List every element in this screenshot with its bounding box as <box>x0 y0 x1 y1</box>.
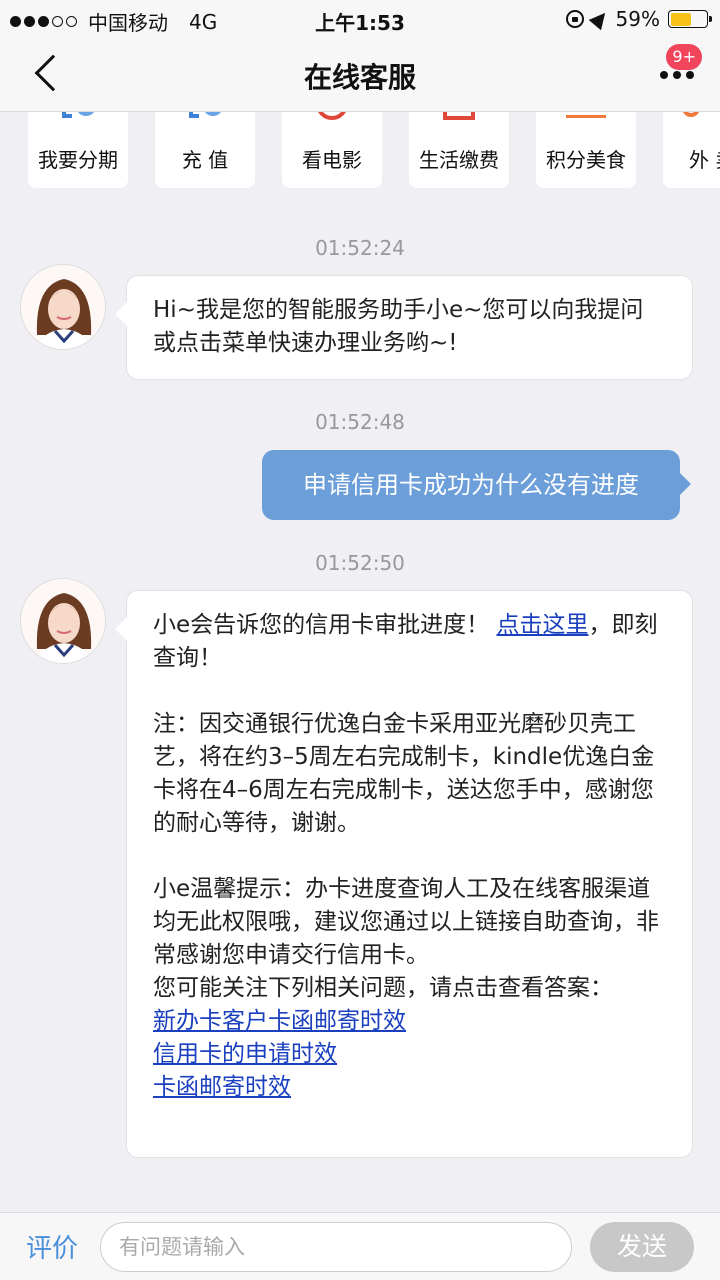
food-icon <box>566 115 606 118</box>
installment-icon <box>62 112 94 118</box>
quick-menu-label: 外 卖 <box>689 148 720 172</box>
agent-avatar <box>20 264 106 350</box>
message-text: 申请信用卡成功为什么没有进度 <box>303 471 639 499</box>
notification-badge: 9+ <box>666 44 702 70</box>
movie-icon <box>318 112 346 120</box>
agent-avatar-image <box>21 265 105 349</box>
related-question-link[interactable]: 新办卡客户卡函邮寄时效 <box>153 1008 406 1034</box>
message-timestamp: 01:52:24 <box>315 236 405 260</box>
agent-message-bubble: Hi~我是您的智能服务助手小e~您可以向我提问或点击菜单快速办理业务哟~! <box>115 275 693 380</box>
user-message-bubble: 申请信用卡成功为什么没有进度 <box>262 450 691 520</box>
quick-menu-food[interactable]: 积分美食 <box>536 112 636 188</box>
agent-message-bubble: 小e会告诉您的信用卡审批进度！ 点击这里，即刻查询！ 注：因交通银行优逸白金卡采… <box>115 590 693 1158</box>
message-intro: 小e会告诉您的信用卡审批进度！ 点击这里，即刻查询！ <box>153 609 666 675</box>
message-text: Hi~我是您的智能服务助手小e~您可以向我提问或点击菜单快速办理业务哟~! <box>153 297 644 356</box>
agent-avatar-image <box>21 579 105 663</box>
quick-menu-label: 看电影 <box>302 148 362 172</box>
rate-button[interactable]: 评价 <box>26 1228 78 1265</box>
nav-bar: 在线客服 9+ <box>0 38 720 112</box>
quick-menu-label: 我要分期 <box>38 148 118 172</box>
battery-fill <box>670 12 692 26</box>
recharge-icon <box>189 112 221 118</box>
quick-menu-label: 积分美食 <box>546 148 626 172</box>
quick-menu-label: 充 值 <box>181 148 229 172</box>
quick-menu-bill[interactable]: 生活缴费 <box>409 112 509 188</box>
message-timestamp: 01:52:48 <box>315 410 405 434</box>
rotation-lock-icon <box>565 10 584 28</box>
message-text: 小e会告诉您的信用卡审批进度！ <box>153 612 497 638</box>
bill-icon <box>443 112 475 120</box>
check-progress-link[interactable]: 点击这里 <box>496 612 588 638</box>
takeout-icon <box>682 112 700 117</box>
more-icon[interactable] <box>660 71 694 79</box>
battery-percent: 59% <box>615 7 660 31</box>
status-bar: 中国移动 4G 上午1:53 59% <box>0 0 720 38</box>
related-question-link[interactable]: 信用卡的申请时效 <box>153 1041 337 1067</box>
message-timestamp: 01:52:50 <box>315 551 405 575</box>
send-button[interactable]: 发送 <box>590 1222 694 1272</box>
location-icon <box>588 7 611 31</box>
battery-icon <box>668 10 712 28</box>
quick-menu-recharge[interactable]: 充 值 <box>155 112 255 188</box>
quick-menu-installment[interactable]: 我要分期 <box>28 112 128 188</box>
quick-menu: 我要分期 充 值 看电影 生活缴费 积分美食 外 卖 <box>0 112 720 190</box>
agent-avatar <box>20 578 106 664</box>
message-related: 您可能关注下列相关问题，请点击查看答案： <box>153 975 613 1001</box>
quick-menu-label: 生活缴费 <box>419 148 499 172</box>
input-bar: 评价 发送 <box>0 1212 720 1280</box>
related-question-link[interactable]: 卡函邮寄时效 <box>153 1074 291 1100</box>
message-tip: 小e温馨提示：办卡进度查询人工及在线客服渠道均无此权限哦，建议您通过以上链接自助… <box>153 876 659 968</box>
message-note: 注：因交通银行优逸白金卡采用亚光磨砂贝壳工艺，将在约3–5周左右完成制卡，kin… <box>153 711 655 836</box>
quick-menu-movie[interactable]: 看电影 <box>282 112 382 188</box>
status-right: 59% <box>565 7 712 31</box>
message-input[interactable] <box>100 1222 572 1272</box>
page-title: 在线客服 <box>303 61 416 94</box>
quick-menu-takeout[interactable]: 外 卖 <box>663 112 720 188</box>
